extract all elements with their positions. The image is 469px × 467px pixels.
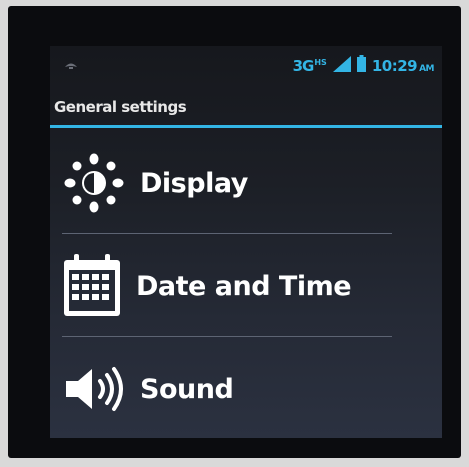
settings-item-label: Date and Time bbox=[136, 270, 352, 302]
battery-icon bbox=[356, 55, 366, 76]
network-superscript: HS bbox=[314, 57, 327, 67]
settings-item-display[interactable]: Display bbox=[62, 133, 412, 233]
divider bbox=[62, 233, 392, 234]
settings-item-sound[interactable]: Sound bbox=[62, 339, 412, 438]
settings-item-label: Sound bbox=[140, 373, 234, 405]
divider bbox=[62, 336, 392, 337]
settings-item-date-time[interactable]: Date and Time bbox=[62, 236, 412, 336]
phone-bezel: 3G HS 10:29 AM General settings Display … bbox=[8, 6, 461, 458]
network-type-label: 3G bbox=[292, 56, 315, 75]
status-bar: 3G HS 10:29 AM bbox=[50, 46, 442, 82]
clock: 10:29 AM bbox=[371, 56, 435, 75]
settings-item-label: Display bbox=[140, 167, 248, 199]
speaker-icon bbox=[62, 361, 126, 417]
signal-strength-icon bbox=[332, 55, 351, 76]
notification-icon bbox=[64, 56, 78, 75]
phone-screen: 3G HS 10:29 AM General settings Display … bbox=[50, 46, 442, 438]
title-underline bbox=[50, 125, 442, 128]
network-type-indicator: 3G HS bbox=[293, 57, 327, 75]
clock-time: 10:29 bbox=[371, 56, 418, 75]
page-title: General settings bbox=[54, 98, 187, 116]
sun-brightness-icon bbox=[62, 151, 126, 215]
clock-ampm: AM bbox=[419, 63, 434, 74]
calendar-icon bbox=[62, 254, 122, 318]
